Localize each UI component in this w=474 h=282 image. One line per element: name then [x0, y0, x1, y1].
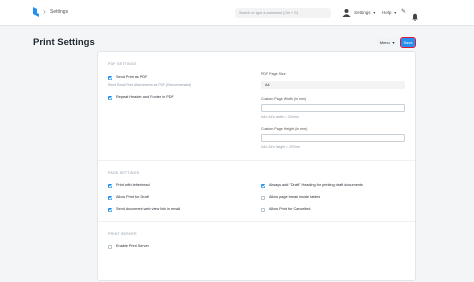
section-label-page-settings: PAGE SETTINGS [108, 171, 140, 175]
send-web-view-link-checkbox[interactable]: Send document web view link in email [108, 207, 180, 212]
section-label-print-server: PRINT SERVER [108, 232, 137, 236]
search-input[interactable]: Search or type a command (Ctrl + G) [235, 8, 331, 18]
help-menu-label: Help [382, 10, 392, 15]
allow-print-for-draft-checkbox[interactable]: Allow Print for Draft [108, 195, 149, 200]
menu-button[interactable]: Menu ▼ [377, 38, 398, 47]
chevron-down-icon: ▼ [391, 41, 396, 45]
chevron-down-icon: ▼ [372, 11, 377, 15]
send-print-as-pdf-checkbox[interactable]: Send Print as PDF [108, 75, 147, 80]
checkbox-label: Print with letterhead [116, 183, 150, 187]
checkbox-label: Enable Print Server [116, 244, 149, 248]
custom-page-width-info: Info: A4's width = 210mm [261, 115, 299, 119]
checkbox-checked-icon [108, 207, 112, 212]
custom-page-width-label: Custom Page Width (in mm) [261, 97, 307, 101]
checkbox-checked-icon [108, 75, 112, 80]
settings-card: PDF SETTINGS Send Print as PDF Send Emai… [97, 51, 416, 281]
checkbox-checked-icon [108, 95, 112, 100]
custom-page-height-label: Custom Page Height (in mm) [261, 127, 308, 131]
checkbox-checked-icon [108, 183, 112, 188]
checkbox-label: Allow Print for Cancelled [269, 207, 311, 211]
checkbox-unchecked-icon [108, 244, 112, 249]
pdf-page-size-select[interactable]: A4 [261, 81, 405, 89]
print-with-letterhead-checkbox[interactable]: Print with letterhead [108, 183, 150, 188]
help-menu[interactable]: Help ▼ [382, 8, 397, 18]
checkbox-checked-icon [108, 195, 112, 200]
checkbox-label: Send Print as PDF [116, 75, 148, 79]
checkbox-label: Always add "Draft" Heading for printing … [269, 183, 363, 187]
section-label-pdf-settings: PDF SETTINGS [108, 62, 137, 66]
settings-menu-label: Settings [354, 10, 371, 15]
checkbox-unchecked-icon [261, 195, 265, 200]
print-server-section: PRINT SERVER Enable Print Server [98, 223, 415, 282]
navbar: › Settings Search or type a command (Ctr… [0, 0, 474, 26]
repeat-header-footer-checkbox[interactable]: Repeat Header and Footer in PDF [108, 95, 174, 100]
allow-page-break-checkbox[interactable]: Allow page break inside tables [261, 195, 320, 200]
checkbox-label: Send document web view link in email [116, 207, 181, 211]
avatar-icon[interactable] [342, 8, 351, 17]
allow-print-for-cancelled-checkbox[interactable]: Allow Print for Cancelled [261, 207, 310, 212]
bell-icon[interactable] [412, 8, 418, 21]
checkbox-label: Allow page break inside tables [269, 195, 321, 199]
checkbox-label: Repeat Header and Footer in PDF [116, 95, 174, 99]
custom-page-height-info: Info: A4's height = 297mm [261, 145, 301, 149]
app-logo-icon[interactable] [33, 7, 39, 17]
chevron-right-icon: › [43, 7, 46, 16]
pdf-page-size-label: PDF Page Size [261, 72, 286, 76]
checkbox-checked-icon [261, 183, 265, 188]
chevron-down-icon: ▼ [393, 11, 397, 15]
pin-icon[interactable]: ✎ [401, 8, 406, 17]
breadcrumb[interactable]: Settings [50, 7, 68, 17]
checkbox-unchecked-icon [261, 207, 265, 212]
custom-page-height-input[interactable] [261, 134, 405, 142]
always-add-draft-heading-checkbox[interactable]: Always add "Draft" Heading for printing … [261, 183, 363, 188]
page-settings-section: PAGE SETTINGS Print with letterhead Allo… [98, 162, 415, 222]
page-title: Print Settings [33, 37, 95, 48]
enable-print-server-checkbox[interactable]: Enable Print Server [108, 244, 149, 249]
send-print-description: Send Email Print Attachments as PDF (Rec… [108, 83, 192, 87]
checkbox-label: Allow Print for Draft [116, 195, 149, 199]
pdf-settings-section: PDF SETTINGS Send Print as PDF Send Emai… [98, 52, 415, 161]
menu-button-label: Menu [379, 40, 390, 45]
settings-menu[interactable]: Settings ▼ [354, 8, 376, 18]
custom-page-width-input[interactable] [261, 104, 405, 112]
save-button[interactable]: Save [399, 36, 417, 49]
